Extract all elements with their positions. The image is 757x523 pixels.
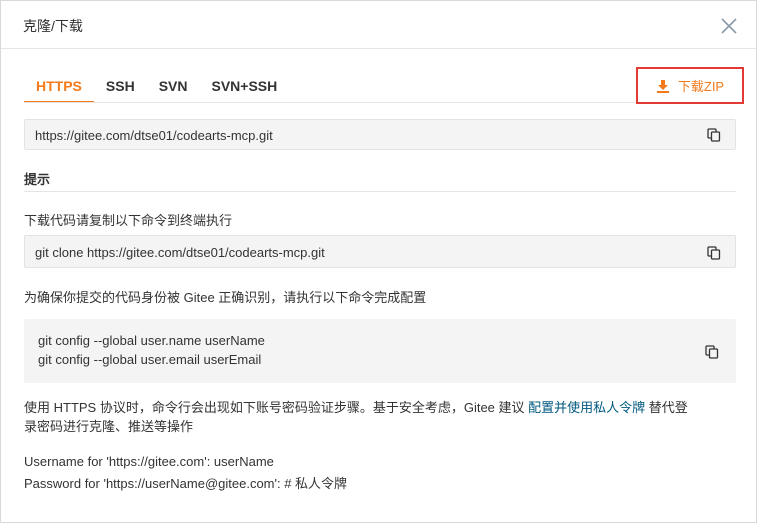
repo-url-text: https://gitee.com/dtse01/codearts-mcp.gi… [35,128,273,143]
password-prompt: Password for 'https://userName@gitee.com… [24,476,348,491]
download-zip-button[interactable]: 下载ZIP [636,67,744,104]
https-note-text-cont: 替代登 [645,400,688,415]
username-prompt: Username for 'https://gitee.com': userNa… [24,454,274,469]
download-icon [656,79,669,93]
clone-download-dialog: 克隆/下载 HTTPS SSH SVN SVN+SSH 下载ZIP https:… [0,0,757,523]
dialog-header: 克隆/下载 [1,1,756,49]
dialog-title: 克隆/下载 [23,18,83,34]
https-note-line2: 录密码进行克隆、推送等操作 [24,419,194,434]
config-line-1: git config --global user.name userName [38,333,265,348]
download-zip-label: 下载ZIP [677,79,725,94]
close-icon[interactable] [720,17,738,35]
clone-command-text: git clone https://gitee.com/dtse01/codea… [35,245,325,260]
tabs-divider [24,102,736,103]
tab-https[interactable]: HTTPS [24,77,94,103]
tips-divider [24,191,736,192]
copy-icon[interactable] [707,128,721,142]
tips-title: 提示 [24,172,51,187]
identity-hint: 为确保你提交的代码身份被 Gitee 正确识别，请执行以下命令完成配置 [24,290,427,305]
protocol-tabs: HTTPS SSH SVN SVN+SSH [24,77,289,103]
tab-svn[interactable]: SVN [147,77,200,103]
repo-url-field[interactable]: https://gitee.com/dtse01/codearts-mcp.gi… [24,119,736,150]
config-command-box[interactable]: git config --global user.name userName g… [24,319,736,383]
config-line-2: git config --global user.email userEmail [38,352,262,367]
copy-icon[interactable] [705,345,719,359]
tab-ssh[interactable]: SSH [94,77,147,103]
clone-hint: 下载代码请复制以下命令到终端执行 [24,213,233,228]
tab-svn-ssh[interactable]: SVN+SSH [199,77,289,103]
clone-command-box[interactable]: git clone https://gitee.com/dtse01/codea… [24,235,736,268]
https-note: 使用 HTTPS 协议时，命令行会出现如下账号密码验证步骤。基于安全考虑，Git… [24,398,736,436]
https-note-text: 使用 HTTPS 协议时，命令行会出现如下账号密码验证步骤。基于安全考虑，Git… [24,400,529,415]
personal-token-link[interactable]: 配置并使用私人令牌 [528,400,645,415]
copy-icon[interactable] [707,246,721,260]
